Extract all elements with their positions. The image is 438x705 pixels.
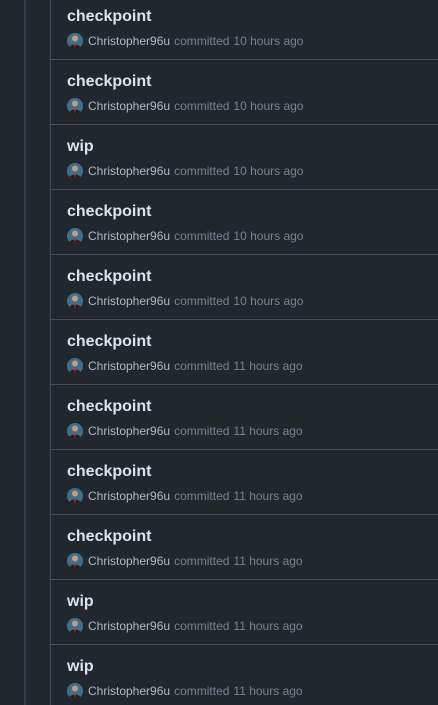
user-avatar-icon[interactable] (67, 553, 83, 569)
commit-author-link[interactable]: Christopher96u (88, 489, 170, 503)
commit-time: 11 hours ago (233, 554, 303, 568)
commit-meta: Christopher96u committed 11 hours ago (67, 357, 438, 375)
commit-row: checkpoint Christopher96u committed 11 h… (51, 450, 438, 515)
commit-time: 10 hours ago (233, 99, 304, 113)
commit-author-link[interactable]: Christopher96u (88, 684, 170, 698)
commit-title-link[interactable]: checkpoint (67, 72, 438, 92)
user-avatar-icon[interactable] (67, 488, 83, 504)
commit-title-link[interactable]: checkpoint (67, 397, 438, 417)
commit-meta: Christopher96u committed 11 hours ago (67, 552, 438, 570)
commit-row: checkpoint Christopher96u committed 11 h… (51, 515, 438, 580)
user-avatar-icon[interactable] (67, 293, 83, 309)
commit-row: wip Christopher96u committed 11 hours ag… (51, 645, 438, 705)
commit-row: wip Christopher96u committed 10 hours ag… (51, 125, 438, 190)
commit-author-link[interactable]: Christopher96u (88, 229, 170, 243)
user-avatar-icon[interactable] (67, 618, 83, 634)
commit-time: 11 hours ago (233, 424, 303, 438)
commit-time: 11 hours ago (233, 619, 303, 633)
commit-verb: committed (174, 164, 230, 178)
commit-verb: committed (174, 99, 230, 113)
commit-meta: Christopher96u committed 10 hours ago (67, 227, 438, 245)
commit-list: checkpoint Christopher96u committed 10 h… (50, 0, 438, 705)
commit-meta: Christopher96u committed 10 hours ago (67, 32, 438, 50)
commit-time: 10 hours ago (233, 34, 304, 48)
user-avatar-icon[interactable] (67, 358, 83, 374)
commit-row: checkpoint Christopher96u committed 10 h… (51, 60, 438, 125)
commit-verb: committed (174, 554, 230, 568)
commit-author-link[interactable]: Christopher96u (88, 619, 170, 633)
user-avatar-icon[interactable] (67, 228, 83, 244)
commit-row: wip Christopher96u committed 11 hours ag… (51, 580, 438, 645)
commit-title-link[interactable]: wip (67, 592, 438, 612)
commit-verb: committed (174, 424, 230, 438)
commit-time: 10 hours ago (233, 164, 304, 178)
user-avatar-icon[interactable] (67, 98, 83, 114)
timeline-line (24, 0, 26, 705)
commit-verb: committed (174, 619, 230, 633)
commit-title-link[interactable]: checkpoint (67, 7, 438, 27)
commit-author-link[interactable]: Christopher96u (88, 164, 170, 178)
commit-title-link[interactable]: checkpoint (67, 462, 438, 482)
commit-title-link[interactable]: checkpoint (67, 527, 438, 547)
commit-author-link[interactable]: Christopher96u (88, 34, 170, 48)
commit-verb: committed (174, 34, 230, 48)
commit-author-link[interactable]: Christopher96u (88, 554, 170, 568)
commit-title-link[interactable]: wip (67, 657, 438, 677)
commit-time: 11 hours ago (233, 684, 303, 698)
commit-author-link[interactable]: Christopher96u (88, 424, 170, 438)
commit-verb: committed (174, 684, 230, 698)
commit-meta: Christopher96u committed 10 hours ago (67, 162, 438, 180)
commit-meta: Christopher96u committed 11 hours ago (67, 487, 438, 505)
commit-meta: Christopher96u committed 11 hours ago (67, 617, 438, 635)
commit-row: checkpoint Christopher96u committed 10 h… (51, 0, 438, 60)
commit-title-link[interactable]: checkpoint (67, 202, 438, 222)
commit-meta: Christopher96u committed 11 hours ago (67, 682, 438, 700)
commit-author-link[interactable]: Christopher96u (88, 359, 170, 373)
commit-verb: committed (174, 229, 230, 243)
commit-title-link[interactable]: checkpoint (67, 267, 438, 287)
commit-author-link[interactable]: Christopher96u (88, 294, 170, 308)
commit-row: checkpoint Christopher96u committed 10 h… (51, 255, 438, 320)
commit-time: 10 hours ago (233, 229, 304, 243)
commit-author-link[interactable]: Christopher96u (88, 99, 170, 113)
commit-title-link[interactable]: checkpoint (67, 332, 438, 352)
commit-meta: Christopher96u committed 10 hours ago (67, 292, 438, 310)
commit-row: checkpoint Christopher96u committed 11 h… (51, 385, 438, 450)
commit-meta: Christopher96u committed 10 hours ago (67, 97, 438, 115)
commit-verb: committed (174, 489, 230, 503)
user-avatar-icon[interactable] (67, 423, 83, 439)
commit-verb: committed (174, 294, 230, 308)
user-avatar-icon[interactable] (67, 683, 83, 699)
commit-row: checkpoint Christopher96u committed 11 h… (51, 320, 438, 385)
commit-title-link[interactable]: wip (67, 137, 438, 157)
commit-meta: Christopher96u committed 11 hours ago (67, 422, 438, 440)
commit-time: 10 hours ago (233, 294, 304, 308)
commit-row: checkpoint Christopher96u committed 10 h… (51, 190, 438, 255)
user-avatar-icon[interactable] (67, 33, 83, 49)
commit-verb: committed (174, 359, 230, 373)
commit-time: 11 hours ago (233, 489, 303, 503)
commit-history-page: checkpoint Christopher96u committed 10 h… (0, 0, 438, 705)
commit-time: 11 hours ago (233, 359, 303, 373)
user-avatar-icon[interactable] (67, 163, 83, 179)
